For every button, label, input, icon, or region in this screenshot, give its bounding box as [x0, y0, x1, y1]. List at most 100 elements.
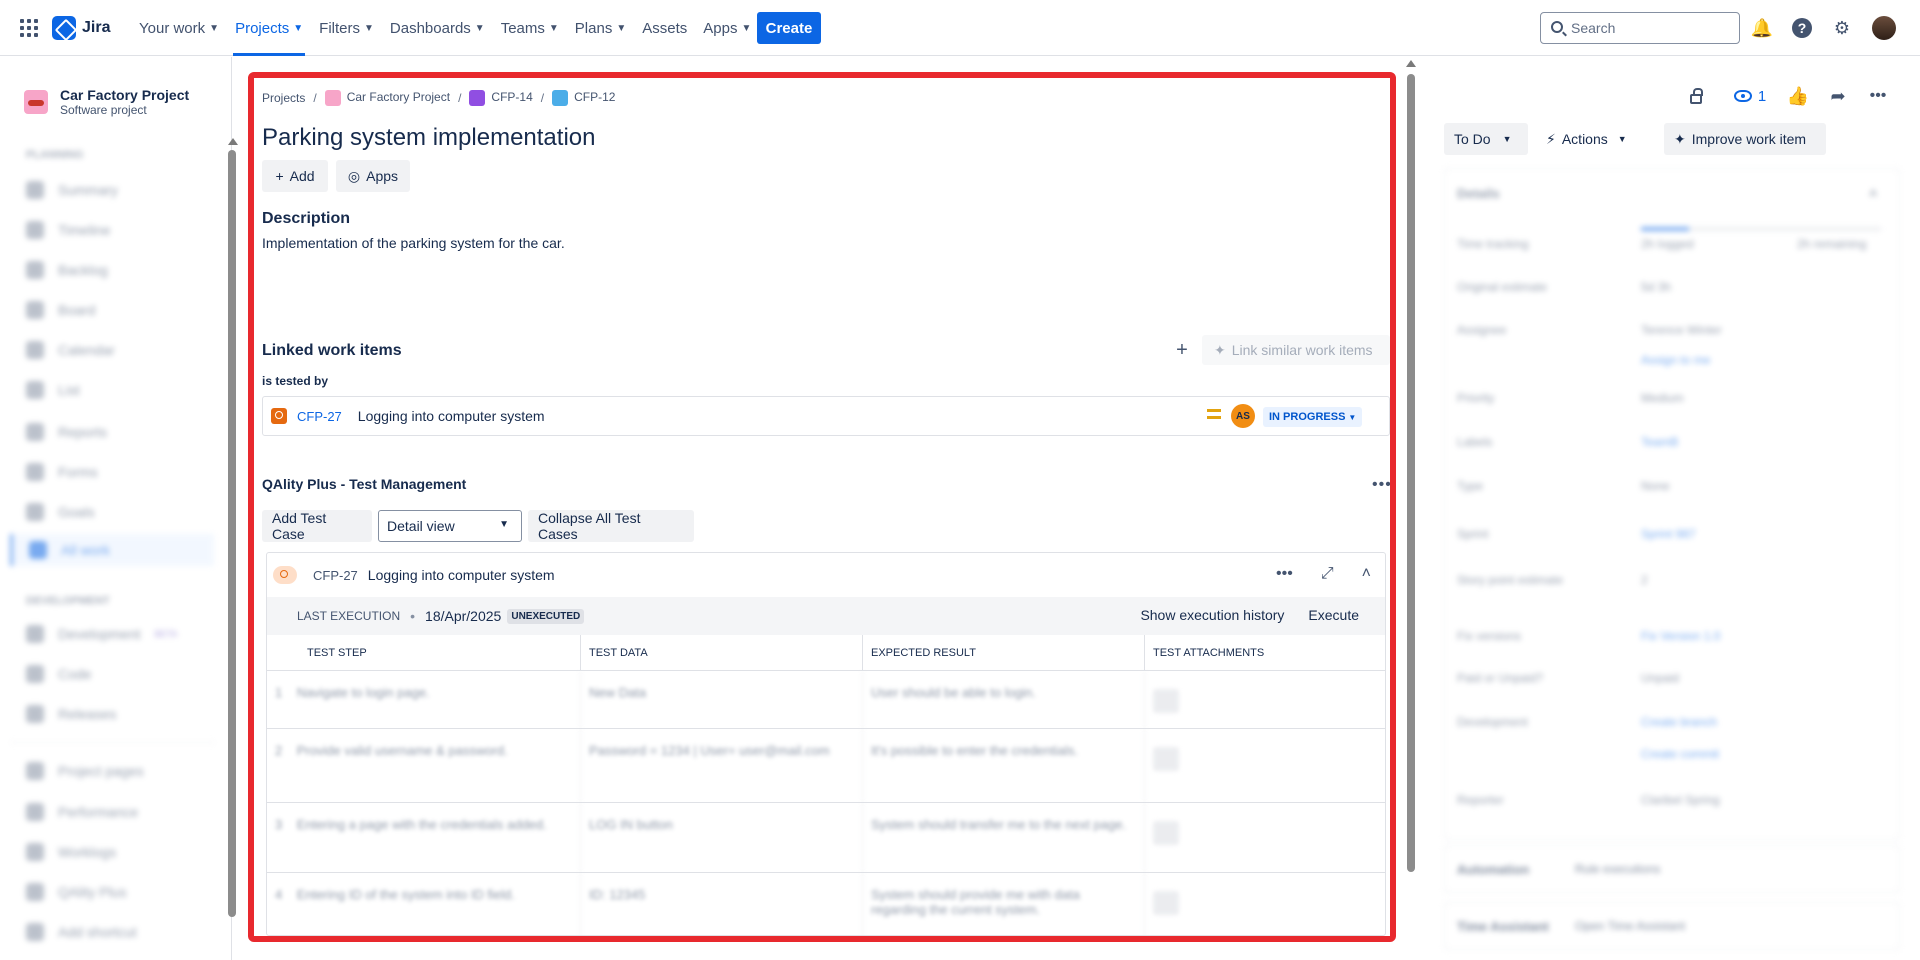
create-button[interactable]: Create — [757, 12, 821, 44]
top-navigation-bar: Jira Your work ▼ Projects ▼ Filters ▼ Dashb… — [0, 0, 1920, 56]
attachment-icon[interactable] — [1153, 689, 1179, 713]
details-heading[interactable]: Details ˄ — [1457, 186, 1877, 201]
field-sprint[interactable]: Sprint Sprint 987 — [1457, 527, 1877, 541]
attachment-icon[interactable] — [1153, 821, 1179, 845]
nav-plans[interactable]: Plans ▼ — [573, 0, 628, 56]
nav-assets[interactable]: Assets — [640, 0, 689, 56]
sidebar-item-add-shortcut[interactable]: Add shortcut — [26, 923, 216, 941]
sidebar-item-reports[interactable]: Reports — [26, 423, 216, 441]
view-select[interactable]: Detail view ▼ — [378, 510, 522, 542]
restrictions-lock-icon[interactable] — [1684, 84, 1708, 108]
watch-button[interactable]: 1 — [1726, 84, 1774, 108]
link-similar-work-items-button[interactable]: ✦ Link similar work items — [1202, 335, 1390, 365]
jira-logo-text: Jira — [82, 19, 111, 36]
qality-icon — [26, 883, 44, 901]
field-labels[interactable]: Labels TeamB — [1457, 435, 1877, 449]
field-paid-unpaid[interactable]: Paid or Unpaid? Unpaid — [1457, 671, 1877, 685]
sidebar-item-timeline[interactable]: Timeline — [26, 221, 216, 239]
description-text[interactable]: Implementation of the parking system for… — [262, 235, 565, 251]
more-options-icon[interactable]: ••• — [1276, 565, 1293, 583]
sidebar-item-releases[interactable]: Releases — [26, 705, 216, 723]
collapse-chevron-up-icon[interactable]: ˄ — [1362, 565, 1371, 583]
improve-work-item-button[interactable]: ✦ Improve work item — [1664, 123, 1826, 155]
field-story-points[interactable]: Story point estimate 2 — [1457, 573, 1877, 587]
more-actions-icon[interactable]: ••• — [1866, 84, 1890, 108]
attachment-icon[interactable] — [1153, 891, 1179, 915]
nav-filters[interactable]: Filters ▼ — [317, 0, 376, 56]
test-case-title[interactable]: Logging into computer system — [368, 567, 555, 583]
sidebar-item-worklogs[interactable]: Worklogs — [26, 843, 216, 861]
field-development[interactable]: Development Create branch — [1457, 715, 1877, 729]
nav-dashboards[interactable]: Dashboards ▼ — [388, 0, 487, 56]
project-header[interactable]: Car Factory Project Software project — [24, 87, 189, 117]
breadcrumb-epic[interactable]: CFP-14 — [469, 90, 533, 106]
last-execution-date: 18/Apr/2025 — [425, 608, 502, 624]
table-row[interactable]: 1 Navigate to login page. New Data User … — [267, 671, 1385, 729]
share-icon[interactable]: ➦ — [1826, 84, 1850, 108]
sidebar-item-backlog[interactable]: Backlog — [26, 261, 216, 279]
execute-button[interactable]: Execute — [1308, 607, 1359, 623]
status-dropdown[interactable]: IN PROGRESS ▼ — [1263, 407, 1363, 427]
field-type[interactable]: Type None — [1457, 479, 1877, 493]
jira-logo[interactable]: Jira — [52, 16, 110, 40]
sidebar-item-performance[interactable]: Performance — [26, 803, 216, 821]
attachment-icon[interactable] — [1153, 747, 1179, 771]
show-execution-history-button[interactable]: Show execution history — [1140, 607, 1284, 623]
sidebar-item-code[interactable]: Code — [26, 665, 216, 683]
breadcrumb-project[interactable]: Car Factory Project — [324, 90, 450, 106]
table-row[interactable]: 3 Entering a page with the credentials a… — [267, 803, 1385, 873]
sidebar-item-calendar[interactable]: Calendar — [26, 341, 216, 359]
sidebar-item-summary[interactable]: Summary — [26, 181, 216, 199]
search-input[interactable]: Search — [1540, 12, 1740, 44]
app-switcher-icon[interactable] — [20, 19, 38, 37]
more-options-icon[interactable]: ••• — [1372, 476, 1390, 494]
add-link-plus-icon[interactable]: + — [1172, 339, 1192, 361]
nav-teams[interactable]: Teams ▼ — [499, 0, 561, 56]
sidebar-scrollbar[interactable] — [228, 150, 236, 917]
nav-projects[interactable]: Projects ▼ — [233, 0, 306, 56]
table-row[interactable]: 4 Entering ID of the system into ID fiel… — [267, 873, 1385, 935]
main-scrollbar[interactable] — [1407, 74, 1415, 872]
collapse-all-button[interactable]: Collapse All Test Cases — [528, 510, 694, 542]
settings-gear-icon[interactable]: ⚙ — [1830, 16, 1854, 40]
help-icon[interactable]: ? — [1790, 16, 1814, 40]
table-row[interactable]: 2 Provide valid username & password. Pas… — [267, 729, 1385, 803]
notifications-icon[interactable]: 🔔 — [1750, 16, 1774, 40]
sidebar-item-forms[interactable]: Forms — [26, 463, 216, 481]
automation-section[interactable]: Automation Rule executions — [1444, 845, 1900, 893]
expand-icon[interactable]: ⤢ — [1321, 565, 1334, 583]
field-time-tracking[interactable]: Time tracking 2h logged 2h remaining — [1457, 227, 1881, 251]
sidebar-scroll-up-arrow[interactable] — [228, 138, 238, 145]
time-assistant-section[interactable]: Time Assistant Open Time Assistant — [1444, 902, 1900, 950]
field-original-estimate[interactable]: Original estimate 5d 3h — [1457, 280, 1877, 294]
assignee-avatar[interactable]: AS — [1231, 404, 1255, 428]
linked-item-row[interactable]: CFP-27 Logging into computer system AS I… — [262, 396, 1390, 436]
user-avatar[interactable] — [1872, 16, 1896, 40]
sidebar-item-all-work[interactable]: All work — [10, 534, 214, 566]
breadcrumb-item[interactable]: CFP-12 — [552, 90, 615, 106]
sidebar-item-goals[interactable]: Goals — [26, 503, 216, 521]
sidebar-item-board[interactable]: Board — [26, 301, 216, 319]
apps-button[interactable]: ◎ Apps — [336, 160, 410, 192]
nav-your-work[interactable]: Your work ▼ — [137, 0, 221, 56]
field-fix-versions[interactable]: Fix versions Fix Version 1.0 — [1457, 629, 1877, 643]
status-button[interactable]: To Do ▼ — [1444, 123, 1528, 155]
field-reporter[interactable]: Reporter Claribel Spring — [1457, 793, 1877, 807]
add-button[interactable]: + Add — [262, 160, 328, 192]
add-test-case-button[interactable]: Add Test Case — [262, 510, 372, 542]
actions-button[interactable]: ⚡ Actions ▼ — [1536, 123, 1644, 155]
sidebar-item-list[interactable]: List — [26, 381, 216, 399]
field-priority[interactable]: Priority Medium — [1457, 391, 1877, 405]
sidebar-item-development[interactable]: Development BETA — [26, 625, 216, 643]
like-thumbs-up-icon[interactable]: 👍 — [1786, 84, 1810, 108]
main-scroll-up-arrow[interactable] — [1406, 60, 1416, 67]
linked-item-title[interactable]: Logging into computer system — [358, 408, 545, 424]
sidebar-item-project-pages[interactable]: Project pages — [26, 762, 216, 780]
work-item-title[interactable]: Parking system implementation — [262, 124, 595, 152]
breadcrumb-projects[interactable]: Projects — [262, 91, 305, 105]
sidebar-item-qality-plus[interactable]: QAlity Plus — [26, 883, 216, 901]
field-assignee[interactable]: Assignee Terence Winter — [1457, 323, 1877, 337]
linked-item-key[interactable]: CFP-27 — [297, 409, 342, 424]
test-case-key[interactable]: CFP-27 — [313, 568, 358, 583]
nav-apps[interactable]: Apps ▼ — [701, 0, 753, 56]
